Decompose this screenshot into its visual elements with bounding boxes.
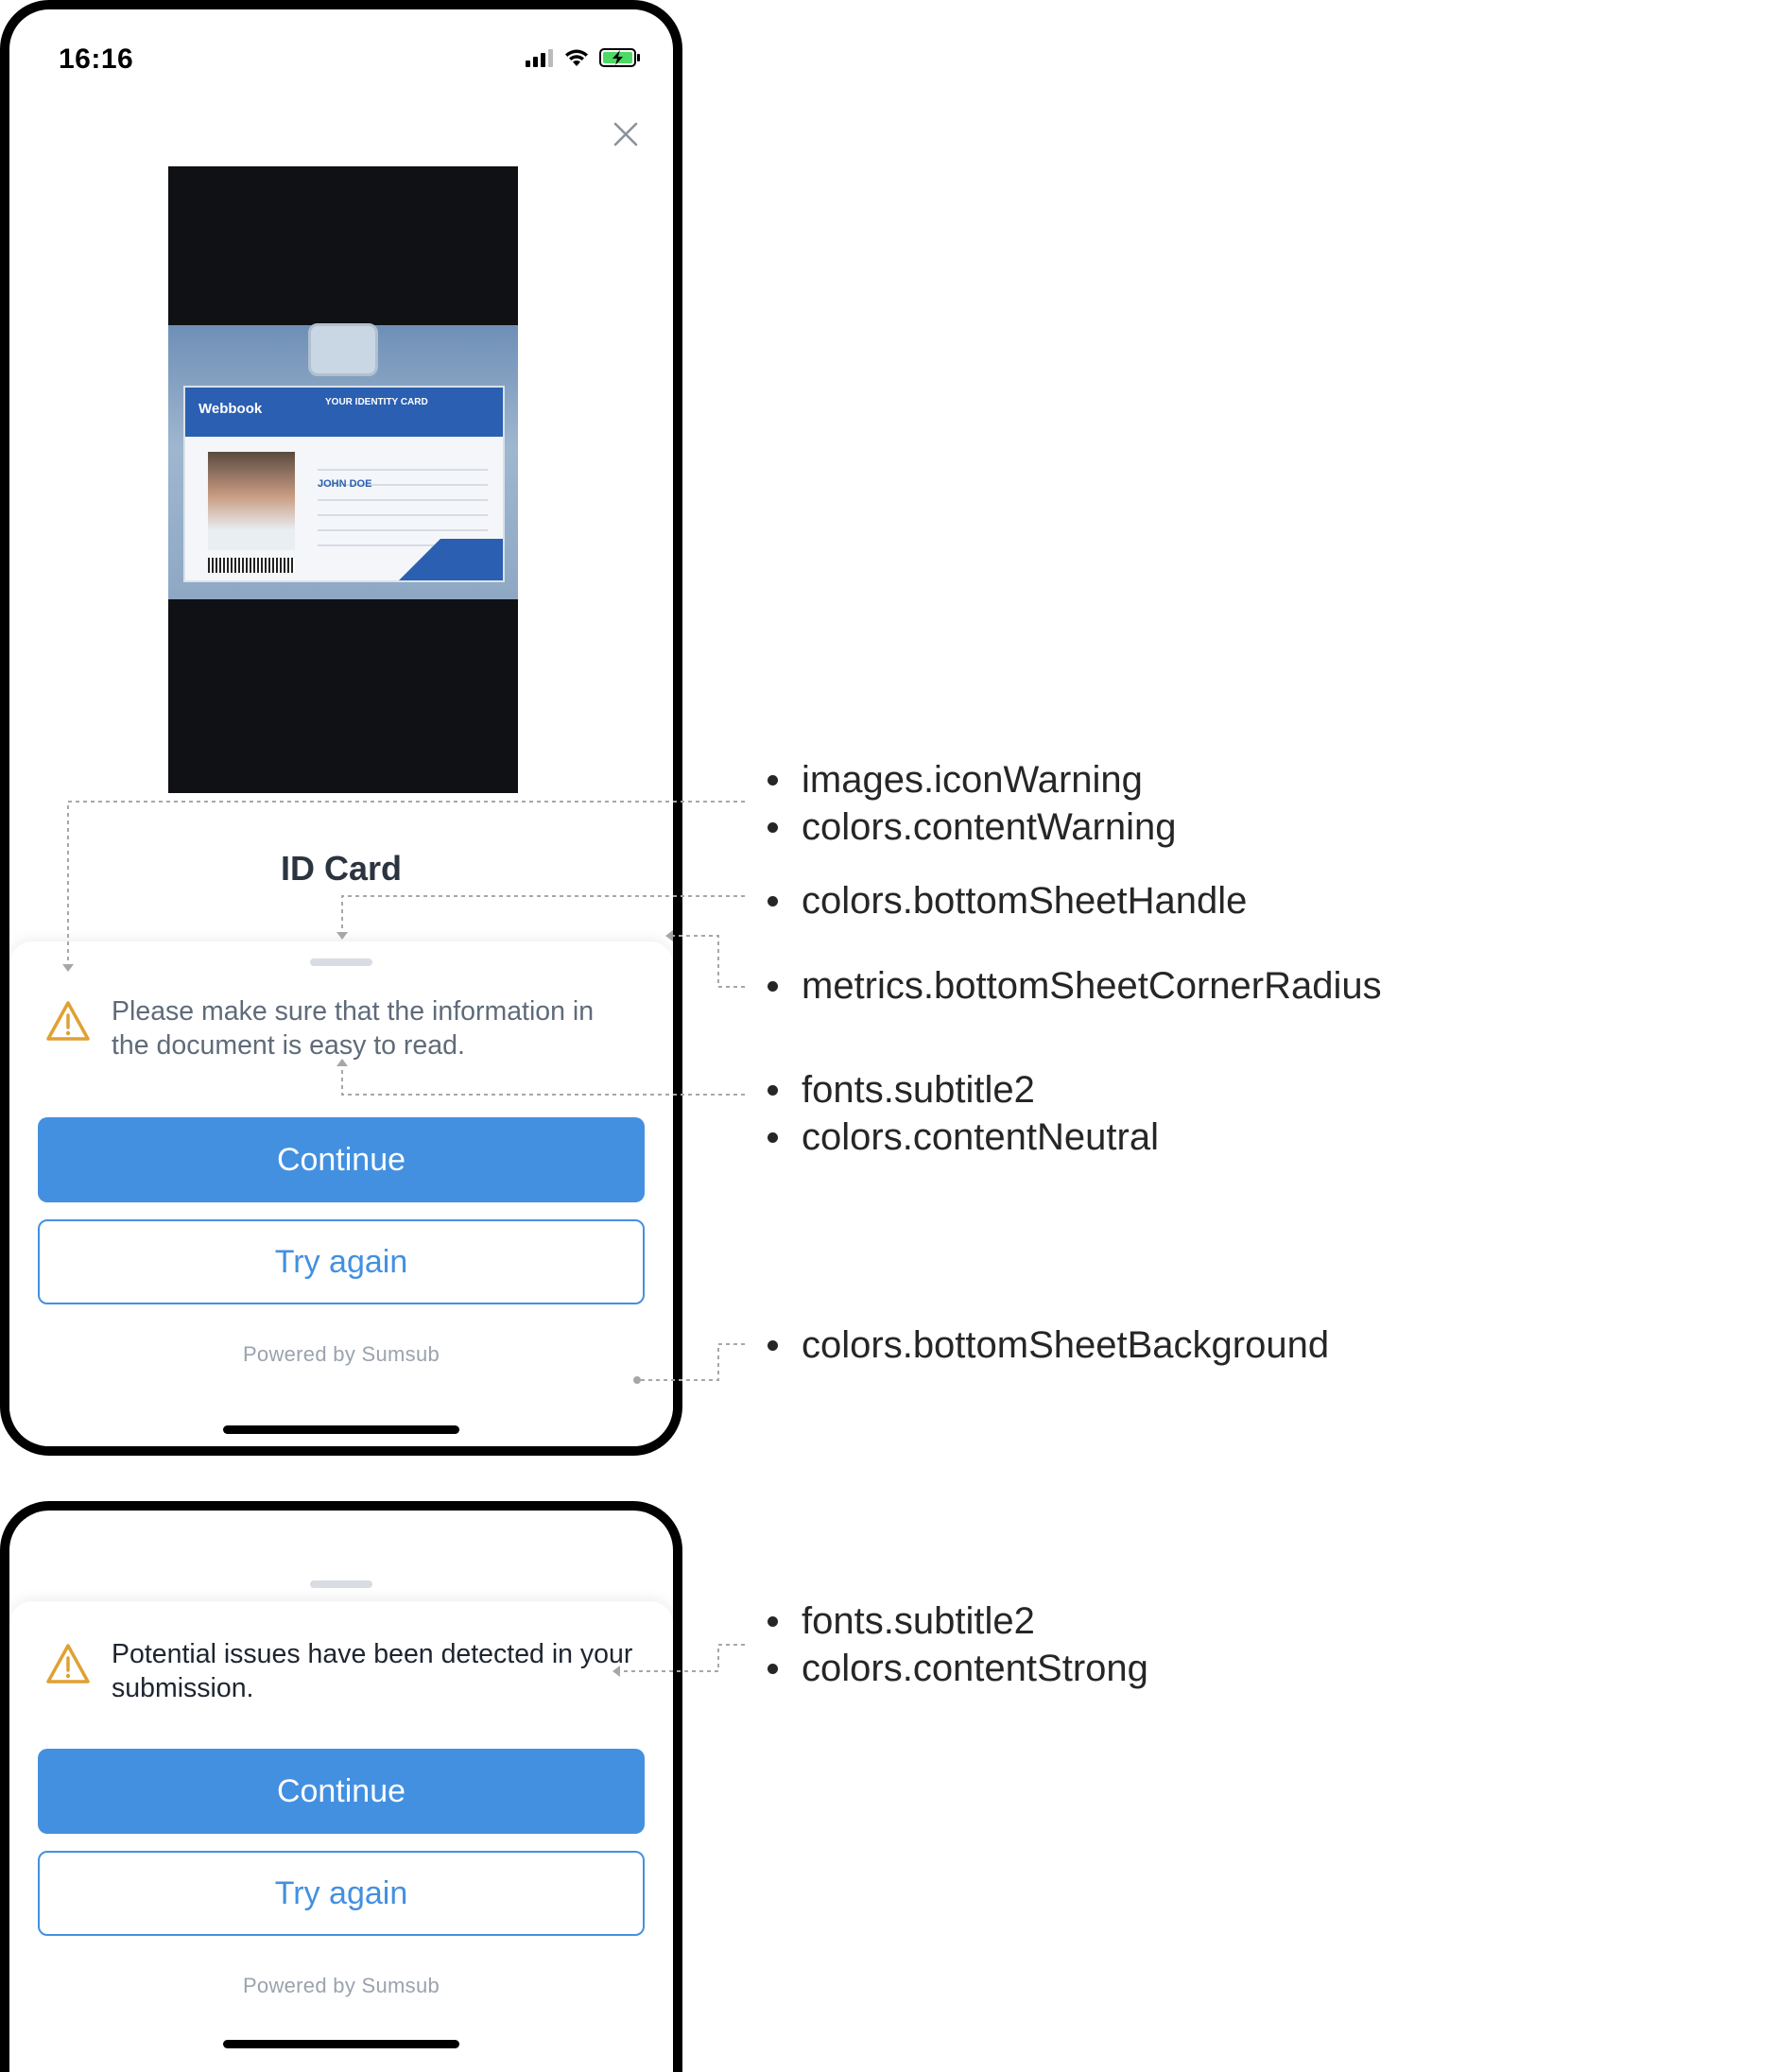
try-again-button[interactable]: Try again bbox=[38, 1851, 645, 1936]
badge-clip bbox=[308, 323, 378, 376]
warning-icon bbox=[46, 1001, 90, 1041]
annotation-group-sheet-handle: colors.bottomSheetHandle bbox=[764, 877, 1247, 924]
annotation-item: colors.bottomSheetBackground bbox=[764, 1321, 1329, 1369]
signal-icon bbox=[526, 49, 553, 67]
annotation-group-corner-radius: metrics.bottomSheetCornerRadius bbox=[764, 962, 1382, 1010]
annotation-group-strong-text: fonts.subtitle2 colors.contentStrong bbox=[764, 1597, 1148, 1692]
annotation-item: images.iconWarning bbox=[764, 756, 1176, 803]
card-portrait bbox=[208, 452, 295, 550]
phone-screen-document-review: 16:16 Webbook YOUR IDENTITY CARD JOHN DO… bbox=[0, 0, 682, 1456]
annotation-item: fonts.subtitle2 bbox=[764, 1597, 1148, 1645]
document-title: ID Card bbox=[280, 849, 403, 888]
try-again-button[interactable]: Try again bbox=[38, 1219, 645, 1304]
status-bar: 16:16 bbox=[9, 9, 673, 104]
bottom-sheet: Potential issues have been detected in y… bbox=[9, 1580, 673, 2072]
annotation-item: metrics.bottomSheetCornerRadius bbox=[764, 962, 1382, 1010]
card-heading: YOUR IDENTITY CARD bbox=[325, 397, 428, 407]
continue-button[interactable]: Continue bbox=[38, 1117, 645, 1202]
warning-icon bbox=[46, 1644, 90, 1684]
annotation-item: fonts.subtitle2 bbox=[764, 1066, 1159, 1114]
annotation-item: colors.contentStrong bbox=[764, 1645, 1148, 1692]
bottom-sheet: Please make sure that the information in… bbox=[9, 941, 673, 1446]
annotation-item: colors.contentNeutral bbox=[764, 1114, 1159, 1161]
bottom-sheet-handle[interactable] bbox=[310, 958, 372, 966]
warning-message: Potential issues have been detected in y… bbox=[45, 1637, 635, 1705]
close-button[interactable] bbox=[607, 115, 645, 153]
continue-button[interactable]: Continue bbox=[38, 1749, 645, 1834]
powered-by-label: Powered by Sumsub bbox=[242, 1342, 440, 1366]
annotation-item: colors.bottomSheetHandle bbox=[764, 877, 1247, 924]
status-icons bbox=[526, 47, 641, 68]
phone-screen-issues-detected: Potential issues have been detected in y… bbox=[0, 1501, 682, 2072]
card-details bbox=[318, 456, 488, 550]
warning-text: Please make sure that the information in… bbox=[112, 996, 595, 1061]
battery-charging-icon bbox=[599, 48, 640, 67]
wifi-icon bbox=[565, 49, 588, 66]
annotation-item: colors.contentWarning bbox=[764, 803, 1176, 851]
status-time: 16:16 bbox=[59, 43, 134, 75]
home-indicator bbox=[223, 2040, 459, 2048]
card-barcode bbox=[208, 558, 295, 573]
bottom-sheet-handle[interactable] bbox=[310, 1580, 372, 1588]
card-logo: Webbook bbox=[198, 401, 263, 417]
annotation-group-warning-icon: images.iconWarning colors.contentWarning bbox=[764, 756, 1176, 851]
warning-text: Potential issues have been detected in y… bbox=[112, 1639, 633, 1703]
close-icon bbox=[613, 122, 638, 147]
home-indicator bbox=[223, 1425, 459, 1434]
warning-message: Please make sure that the information in… bbox=[45, 994, 635, 1062]
id-card-image: Webbook YOUR IDENTITY CARD JOHN DOE bbox=[183, 386, 505, 582]
powered-by-label: Powered by Sumsub bbox=[242, 1974, 440, 1997]
annotation-group-sheet-background: colors.bottomSheetBackground bbox=[764, 1321, 1329, 1369]
card-holder-name: JOHN DOE bbox=[318, 478, 372, 490]
annotation-group-neutral-text: fonts.subtitle2 colors.contentNeutral bbox=[764, 1066, 1159, 1161]
captured-document-image: Webbook YOUR IDENTITY CARD JOHN DOE bbox=[168, 166, 518, 793]
